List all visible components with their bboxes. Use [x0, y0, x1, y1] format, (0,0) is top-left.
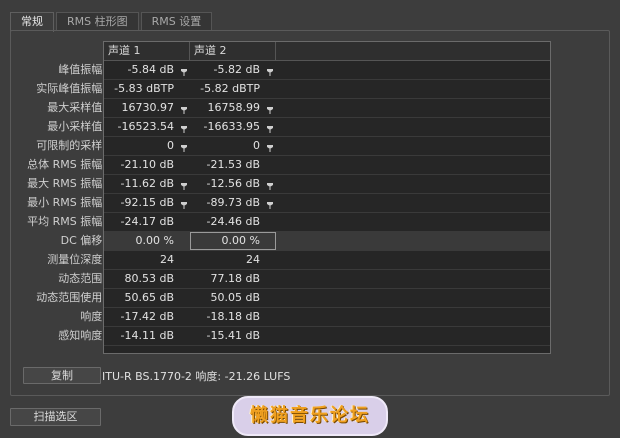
watermark-badge: 懒猫音乐论坛	[232, 396, 388, 436]
tab-bar: 常规 RMS 柱形图 RMS 设置	[10, 12, 214, 32]
channel-2-value: -24.46 dB	[206, 215, 261, 228]
channel-1-value: -24.17 dB	[120, 215, 175, 228]
tab-rms-settings[interactable]: RMS 设置	[140, 12, 213, 31]
row-label: 动态范围:	[58, 272, 106, 285]
locate-marker-icon[interactable]	[266, 199, 274, 209]
row-label: DC 偏移:	[60, 234, 106, 247]
channel-2-value: -21.53 dB	[206, 158, 261, 171]
channel-2-value: -18.18 dB	[206, 310, 261, 323]
loudness-readout: ITU-R BS.1770-2 响度: -21.26 LUFS	[102, 370, 291, 383]
scan-selection-button[interactable]: 扫描选区	[10, 408, 101, 426]
table-row[interactable]: -5.84 dB -5.82 dB	[104, 61, 550, 80]
channel-1-value: 16730.97	[121, 101, 175, 114]
statistics-table: 声道 1 声道 2 -5.84 dB -5.82 dB -5.83 dBTP -5.8…	[103, 41, 551, 354]
row-label: 最大采样值:	[47, 101, 106, 114]
table-row[interactable]: 50.65 dB 50.05 dB	[104, 289, 550, 308]
channel-1-value: -17.42 dB	[120, 310, 175, 323]
table-row[interactable]: -92.15 dB -89.73 dB	[104, 194, 550, 213]
locate-marker-icon[interactable]	[266, 123, 274, 133]
channel-1-value: -11.62 dB	[120, 177, 175, 190]
row-label: 实际峰值振幅:	[36, 82, 106, 95]
channel-1-value: 24	[160, 253, 174, 266]
row-label: 响度:	[80, 310, 106, 323]
column-header-channel-2[interactable]: 声道 2	[190, 42, 276, 60]
locate-marker-icon[interactable]	[180, 180, 188, 190]
locate-marker-icon[interactable]	[266, 180, 274, 190]
channel-2-value: 0.00 %	[221, 234, 260, 247]
row-label: 最小 RMS 振幅:	[27, 196, 106, 209]
statistics-panel: 峰值振幅: 实际峰值振幅: 最大采样值: 最小采样值: 可限制的采样: 总体 RMS 振幅…	[10, 30, 610, 396]
channel-1-value: -5.84 dB	[127, 63, 175, 76]
table-row[interactable]: -16523.54 -16633.95	[104, 118, 550, 137]
channel-2-value: 16758.99	[207, 101, 261, 114]
channel-2-value: 77.18 dB	[210, 272, 260, 285]
table-row[interactable]: -5.83 dBTP -5.82 dBTP	[104, 80, 550, 99]
channel-2-value: 0	[253, 139, 260, 152]
locate-marker-icon[interactable]	[180, 123, 188, 133]
channel-1-value: -92.15 dB	[120, 196, 175, 209]
channel-1-value: -21.10 dB	[120, 158, 175, 171]
channel-2-value: 50.05 dB	[210, 291, 260, 304]
column-header-channel-1[interactable]: 声道 1	[104, 42, 190, 60]
locate-marker-icon[interactable]	[180, 142, 188, 152]
row-label: 最小采样值:	[47, 120, 106, 133]
channel-2-value: -5.82 dBTP	[200, 82, 260, 95]
row-label: 动态范围使用:	[36, 291, 106, 304]
watermark-text: 懒猫音乐论坛	[250, 405, 370, 426]
channel-1-value: 50.65 dB	[124, 291, 174, 304]
locate-marker-icon[interactable]	[180, 104, 188, 114]
channel-2-value: -5.82 dB	[213, 63, 261, 76]
channel-1-value: 0	[167, 139, 174, 152]
channel-2-value: -89.73 dB	[206, 196, 261, 209]
row-label: 感知响度:	[58, 329, 106, 342]
table-row[interactable]: -17.42 dB -18.18 dB	[104, 308, 550, 327]
row-label: 峰值振幅:	[58, 63, 106, 76]
channel-1-value: -16523.54	[117, 120, 174, 133]
row-label: 总体 RMS 振幅:	[27, 158, 106, 171]
table-header: 声道 1 声道 2	[104, 42, 550, 61]
table-row[interactable]: 0.00 % 0.00 %	[104, 232, 550, 251]
locate-marker-icon[interactable]	[180, 199, 188, 209]
table-row[interactable]: 00	[104, 137, 550, 156]
row-label: 最大 RMS 振幅:	[27, 177, 106, 190]
table-row[interactable]: 16730.97 16758.99	[104, 99, 550, 118]
channel-1-value: 80.53 dB	[124, 272, 174, 285]
channel-2-value: 24	[246, 253, 260, 266]
table-row[interactable]: -14.11 dB -15.41 dB	[104, 327, 550, 346]
channel-1-value: -5.83 dBTP	[114, 82, 174, 95]
tab-rms-histogram[interactable]: RMS 柱形图	[56, 12, 139, 31]
locate-marker-icon[interactable]	[266, 66, 274, 76]
locate-marker-icon[interactable]	[266, 104, 274, 114]
copy-button[interactable]: 复制	[23, 367, 101, 384]
channel-2-value: -12.56 dB	[206, 177, 261, 190]
table-row[interactable]: 80.53 dB 77.18 dB	[104, 270, 550, 289]
tab-general[interactable]: 常规	[10, 12, 54, 32]
channel-2-value: -15.41 dB	[206, 329, 261, 342]
row-label: 可限制的采样:	[36, 139, 106, 152]
locate-marker-icon[interactable]	[180, 66, 188, 76]
channel-1-value: -14.11 dB	[120, 329, 175, 342]
table-row[interactable]: 24 24	[104, 251, 550, 270]
channel-2-value: -16633.95	[203, 120, 260, 133]
row-label: 测量位深度:	[47, 253, 106, 266]
table-row[interactable]: -21.10 dB -21.53 dB	[104, 156, 550, 175]
row-label: 平均 RMS 振幅:	[27, 215, 106, 228]
channel-1-value: 0.00 %	[135, 234, 174, 247]
locate-marker-icon[interactable]	[266, 142, 274, 152]
table-row[interactable]: -24.17 dB -24.46 dB	[104, 213, 550, 232]
table-row[interactable]: -11.62 dB -12.56 dB	[104, 175, 550, 194]
